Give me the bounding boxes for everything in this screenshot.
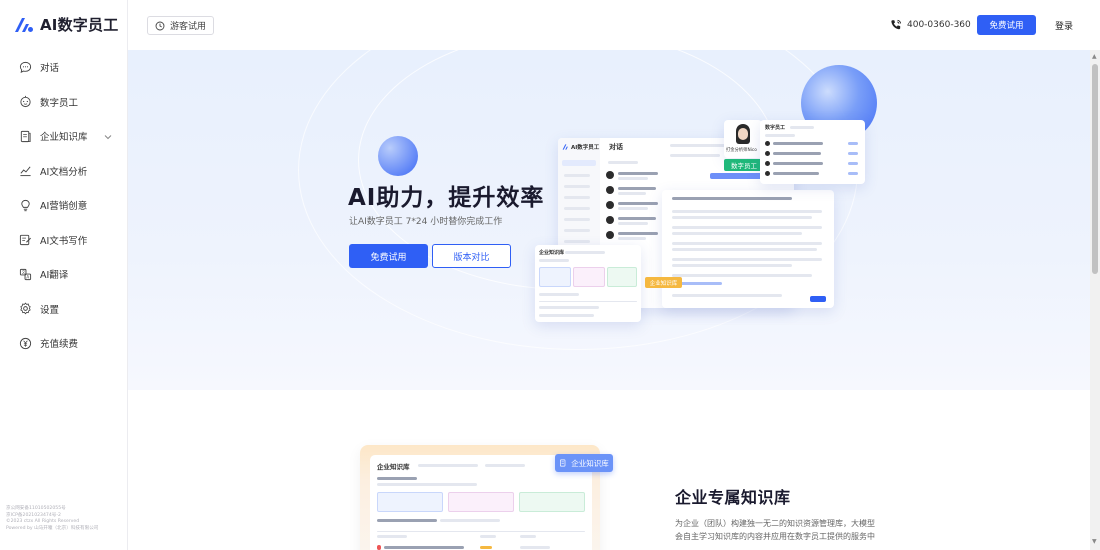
kb-feature-badge-label: 企业知识库	[571, 458, 609, 468]
document-icon	[560, 459, 566, 467]
preview-chat-tab: 对话	[609, 143, 623, 151]
logo-icon	[15, 17, 33, 32]
sidebar-item-translate[interactable]: 文A AI翻译	[0, 257, 128, 292]
svg-text:A: A	[26, 274, 29, 279]
version-compare-button[interactable]: 版本对比	[432, 244, 511, 268]
sidebar-item-label: 数字员工	[40, 97, 79, 109]
guest-trial-label: 游客试用	[170, 22, 207, 32]
knowledge-base-tag: 企业知识库	[645, 277, 682, 288]
top-header: 游客试用 400-0360-360 免费试用 登录	[128, 0, 1100, 50]
sidebar-item-writing[interactable]: AI文书写作	[0, 223, 128, 258]
scroll-thumb[interactable]	[1092, 64, 1098, 274]
chevron-down-icon[interactable]	[104, 132, 112, 143]
phone-contact[interactable]: 400-0360-360	[890, 19, 971, 31]
scroll-up-arrow-icon[interactable]: ▲	[1092, 53, 1097, 60]
chat-icon	[18, 60, 32, 74]
hero-title: AI助力，提升效率	[348, 185, 545, 211]
svg-text:文: 文	[21, 269, 25, 274]
sidebar-item-doc-analysis[interactable]: AI文档分析	[0, 154, 128, 189]
sidebar-item-recharge[interactable]: 充值续费	[0, 326, 128, 361]
footer-line: Powered by 山马开曈（北京）科技有限公司	[6, 525, 99, 531]
app-logo[interactable]: AI数字员工	[14, 14, 118, 35]
sidebar-item-marketing[interactable]: AI营销创意	[0, 188, 128, 223]
sidebar-item-knowledge-base[interactable]: 企业知识库	[0, 119, 128, 154]
digital-employee-tag: 数字员工	[724, 159, 764, 171]
main-content: AI助力，提升效率 让AI数字员工 7*24 小时替你完成工作 免费试用 版本对…	[128, 50, 1090, 550]
kb-card-title: 企业知识库	[377, 463, 410, 471]
preview-app-title: AI数字员工	[571, 145, 600, 151]
robot-icon	[18, 95, 32, 109]
sidebar-item-settings[interactable]: 设置	[0, 292, 128, 327]
sidebar-item-digital-employee[interactable]: 数字员工	[0, 85, 128, 120]
preview-logo-icon	[562, 144, 568, 150]
feature-title: 企业专属知识库	[675, 488, 791, 507]
header-free-trial-button[interactable]: 免费试用	[977, 15, 1036, 35]
sidebar-item-label: AI翻译	[40, 270, 69, 282]
translate-icon: 文A	[18, 267, 32, 281]
sidebar-item-label: 充值续费	[40, 339, 79, 351]
hero-free-trial-button[interactable]: 免费试用	[349, 244, 428, 268]
kb-feature-badge: 企业知识库	[555, 454, 613, 472]
phone-number: 400-0360-360	[907, 20, 971, 30]
preview-employee-name: 打金分析师Nico	[726, 148, 757, 153]
document-icon	[18, 129, 32, 143]
sidebar-nav: 对话 数字员工 企业知识库 AI文档分析 AI营销创意 AI文书写作 文 A A…	[0, 50, 128, 361]
hero-orb-small	[378, 136, 418, 176]
yuan-icon	[18, 336, 32, 350]
preview-employee-list: 数字员工	[760, 120, 865, 184]
sidebar-item-label: AI文书写作	[40, 235, 88, 247]
footer-line[interactable]: 京公网安备11010502055号	[6, 506, 98, 513]
clock-icon	[155, 21, 165, 30]
sidebar-footer: 京公网安备11010502055号 京ICP备2021023474号-2 ©20…	[6, 506, 98, 532]
login-link[interactable]: 登录	[1055, 19, 1073, 32]
sidebar-item-label: 设置	[40, 304, 60, 316]
preview-employee-panel-title: 数字员工	[765, 125, 786, 131]
preview-kb-panel: 企业知识库	[535, 245, 641, 322]
chart-icon	[18, 164, 32, 178]
feature-description: 为企业（团队）构建独一无二的知识资源管理库，大模型会自主学习知识库的内容并应用在…	[675, 519, 875, 541]
preview-response-panel	[662, 190, 834, 308]
footer-line: ©2023 ctzx All Rights Reserved	[6, 519, 80, 525]
sidebar-item-label: 对话	[40, 63, 60, 75]
preview-kb-title: 企业知识库	[539, 250, 565, 256]
page-scrollbar[interactable]: ▲ ▼	[1090, 50, 1100, 550]
lightbulb-icon	[18, 198, 32, 212]
phone-icon	[891, 19, 902, 30]
hero-section: AI助力，提升效率 让AI数字员工 7*24 小时替你完成工作 免费试用 版本对…	[128, 50, 1090, 390]
gear-icon	[18, 302, 32, 316]
sidebar: AI数字员工 对话 数字员工 企业知识库 AI文档分析 AI营销创意 AI文书写…	[0, 0, 128, 550]
sidebar-item-label: AI营销创意	[40, 201, 88, 213]
sidebar-item-label: 企业知识库	[40, 132, 88, 144]
feature-section: 企业知识库 企业知识库 企业专属知识库 为企业（团队）构建独一无二的知识资源管理…	[128, 390, 1090, 550]
sidebar-item-chat[interactable]: 对话	[0, 50, 128, 85]
hero-subtitle: 让AI数字员工 7*24 小时替你完成工作	[349, 217, 503, 227]
sidebar-item-label: AI文档分析	[40, 166, 88, 178]
preview-employee-card: 打金分析师Nico	[724, 120, 762, 158]
edit-icon	[18, 233, 32, 247]
guest-trial-button[interactable]: 游客试用	[147, 16, 215, 35]
app-name: AI数字员工	[40, 16, 119, 34]
scroll-down-arrow-icon[interactable]: ▼	[1092, 538, 1097, 545]
